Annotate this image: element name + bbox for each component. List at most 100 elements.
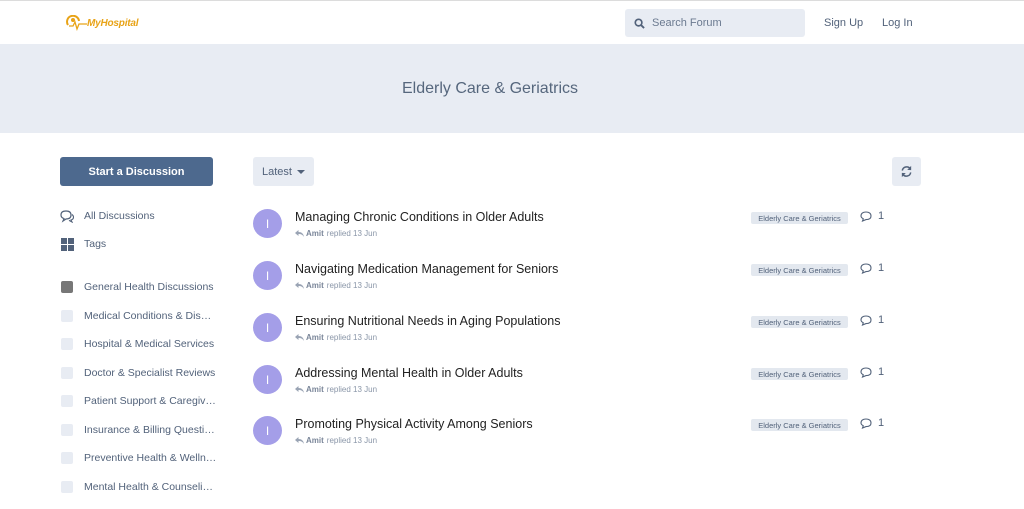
discussion-action: replied 13 Jun: [326, 281, 378, 290]
sidebar-tag-item[interactable]: Doctor & Specialist Reviews: [60, 365, 215, 381]
page-title: Elderly Care & Geriatrics: [401, 80, 579, 97]
sidebar-tag-item[interactable]: Mental Health & Counseli…: [60, 479, 213, 495]
refresh-button[interactable]: [892, 157, 921, 186]
tags-grid-icon: [60, 237, 74, 251]
reply-count-value: 1: [878, 366, 885, 378]
discussion-meta: Amit replied 13 Jun: [295, 281, 377, 290]
discussion-row[interactable]: I Addressing Mental Health in Older Adul…: [253, 365, 933, 405]
avatar[interactable]: I: [253, 209, 282, 238]
discussion-meta: Amit replied 13 Jun: [295, 229, 377, 238]
avatar[interactable]: I: [253, 365, 282, 394]
comment-icon: [860, 314, 872, 326]
sidebar-tag-item[interactable]: Insurance & Billing Questi…: [60, 422, 215, 438]
avatar[interactable]: I: [253, 416, 282, 445]
sidebar-tag-item[interactable]: Medical Conditions & Dis…: [60, 308, 211, 324]
tag-badge[interactable]: Elderly Care & Geriatrics: [751, 316, 848, 328]
caret-down-icon: [296, 169, 305, 174]
discussion-row[interactable]: I Navigating Medication Management for S…: [253, 261, 933, 301]
sort-label: Latest: [262, 165, 292, 178]
discussion-row[interactable]: I Managing Chronic Conditions in Older A…: [253, 209, 933, 249]
tag-badge[interactable]: Elderly Care & Geriatrics: [751, 368, 848, 380]
refresh-icon: [901, 165, 912, 178]
comment-icon: [860, 210, 872, 222]
tag-color-square: [61, 481, 73, 493]
search-input[interactable]: Search Forum: [625, 9, 805, 37]
signup-link[interactable]: Sign Up: [824, 17, 863, 29]
reply-arrow-icon: [295, 437, 304, 444]
sidebar-tag-label: General Health Discussions: [84, 281, 214, 293]
discussion-action: replied 13 Jun: [326, 333, 378, 342]
site-header: MyHospital Search Forum Sign Up Log In: [0, 1, 1024, 44]
sidebar-tag-item[interactable]: General Health Discussions: [60, 279, 214, 295]
login-link[interactable]: Log In: [882, 17, 913, 29]
reply-count: 1: [860, 210, 884, 222]
sidebar-tag-item[interactable]: Hospital & Medical Services: [60, 336, 214, 352]
tag-color-square: [61, 452, 73, 464]
sidebar-tag-label: Hospital & Medical Services: [84, 338, 215, 350]
discussion-action: replied 13 Jun: [326, 385, 378, 394]
search-icon: [634, 17, 645, 29]
discussion-title[interactable]: Managing Chronic Conditions in Older Adu…: [295, 210, 544, 224]
discussion-user[interactable]: Amit: [306, 281, 324, 290]
sidebar-item-tags[interactable]: Tags: [60, 236, 106, 252]
tag-color-square: [61, 310, 73, 322]
comment-icon: [860, 262, 872, 274]
tag-color-square: [61, 338, 73, 350]
logo-text: MyHospital: [87, 17, 139, 29]
discussion-user[interactable]: Amit: [306, 385, 324, 394]
sidebar-tag-label: Preventive Health & Welln…: [84, 452, 217, 464]
discussion-meta: Amit replied 13 Jun: [295, 436, 377, 445]
discussion-meta: Amit replied 13 Jun: [295, 385, 377, 394]
tag-badge[interactable]: Elderly Care & Geriatrics: [751, 212, 848, 224]
sidebar-tag-label: Medical Conditions & Dis…: [84, 310, 212, 322]
logo-pulse-icon: [65, 14, 87, 32]
comments-icon: [60, 209, 74, 223]
sidebar-item-label: All Discussions: [84, 210, 155, 222]
comment-icon: [860, 417, 872, 429]
reply-count: 1: [860, 262, 884, 274]
discussion-user[interactable]: Amit: [306, 333, 324, 342]
discussion-title[interactable]: Ensuring Nutritional Needs in Aging Popu…: [295, 314, 560, 328]
start-discussion-button[interactable]: Start a Discussion: [60, 157, 213, 186]
tag-hero: Elderly Care & Geriatrics: [0, 44, 1024, 133]
discussion-action: replied 13 Jun: [326, 229, 378, 238]
discussion-row[interactable]: I Ensuring Nutritional Needs in Aging Po…: [253, 313, 933, 353]
reply-count-value: 1: [878, 417, 885, 429]
sidebar-item-label: Tags: [84, 238, 107, 250]
sidebar-tag-item[interactable]: Preventive Health & Welln…: [60, 450, 216, 466]
tag-badge[interactable]: Elderly Care & Geriatrics: [751, 419, 848, 431]
reply-count: 1: [860, 314, 884, 326]
reply-count-value: 1: [878, 210, 885, 222]
tag-color-square: [61, 395, 73, 407]
avatar[interactable]: I: [253, 313, 282, 342]
tag-color-square: [61, 424, 73, 436]
discussion-title[interactable]: Navigating Medication Management for Sen…: [295, 262, 558, 276]
discussion-action: replied 13 Jun: [326, 436, 378, 445]
sidebar-tag-label: Patient Support & Caregiv…: [84, 395, 216, 407]
site-logo[interactable]: MyHospital: [65, 13, 139, 33]
reply-arrow-icon: [295, 334, 304, 341]
discussion-title[interactable]: Addressing Mental Health in Older Adults: [295, 366, 523, 380]
discussion-user[interactable]: Amit: [306, 436, 324, 445]
sort-dropdown[interactable]: Latest: [253, 157, 314, 186]
reply-count: 1: [860, 417, 884, 429]
sidebar-tag-label: Doctor & Specialist Reviews: [84, 367, 216, 379]
avatar[interactable]: I: [253, 261, 282, 290]
discussion-title[interactable]: Promoting Physical Activity Among Senior…: [295, 417, 533, 431]
reply-arrow-icon: [295, 282, 304, 289]
sidebar-item-all-discussions[interactable]: All Discussions: [60, 208, 155, 224]
discussion-meta: Amit replied 13 Jun: [295, 333, 377, 342]
discussion-row[interactable]: I Promoting Physical Activity Among Seni…: [253, 416, 933, 456]
comment-icon: [860, 366, 872, 378]
reply-count-value: 1: [878, 262, 885, 274]
sidebar-tag-label: Insurance & Billing Questi…: [84, 424, 215, 436]
sidebar-tag-item[interactable]: Patient Support & Caregiv…: [60, 393, 216, 409]
sidebar-tag-label: Mental Health & Counseli…: [84, 481, 213, 493]
reply-arrow-icon: [295, 230, 304, 237]
reply-arrow-icon: [295, 386, 304, 393]
tag-color-square: [61, 281, 73, 293]
discussion-user[interactable]: Amit: [306, 229, 324, 238]
search-placeholder: Search Forum: [652, 17, 722, 29]
tag-badge[interactable]: Elderly Care & Geriatrics: [751, 264, 848, 276]
reply-count: 1: [860, 366, 884, 378]
